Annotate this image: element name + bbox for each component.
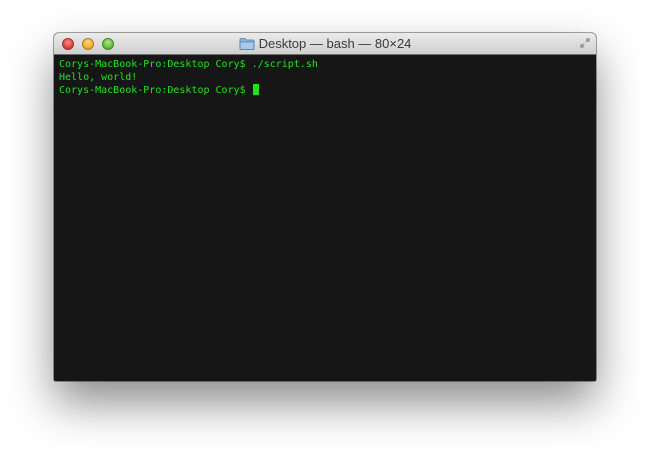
window-title-text: Desktop — bash — 80×24: [258, 36, 412, 51]
command-output: Hello, world!: [59, 72, 138, 83]
shell-prompt: Corys-MacBook-Pro:Desktop Cory$: [59, 85, 246, 96]
terminal-window: Desktop — bash — 80×24 Corys-MacBook-Pro…: [54, 33, 596, 381]
terminal-output[interactable]: Corys-MacBook-Pro:Desktop Cory$ ./script…: [54, 55, 596, 381]
shell-prompt: Corys-MacBook-Pro:Desktop Cory$: [59, 59, 246, 70]
terminal-line: Hello, world!: [59, 71, 591, 84]
terminal-line: Corys-MacBook-Pro:Desktop Cory$ ./script…: [59, 58, 591, 71]
title-bar[interactable]: Desktop — bash — 80×24: [54, 33, 596, 55]
window-title: Desktop — bash — 80×24: [54, 33, 596, 54]
command-text: ./script.sh: [251, 59, 318, 70]
terminal-line: Corys-MacBook-Pro:Desktop Cory$: [59, 84, 591, 97]
text-cursor: [252, 84, 259, 95]
folder-icon: [239, 38, 254, 50]
fullscreen-icon[interactable]: [579, 37, 591, 49]
